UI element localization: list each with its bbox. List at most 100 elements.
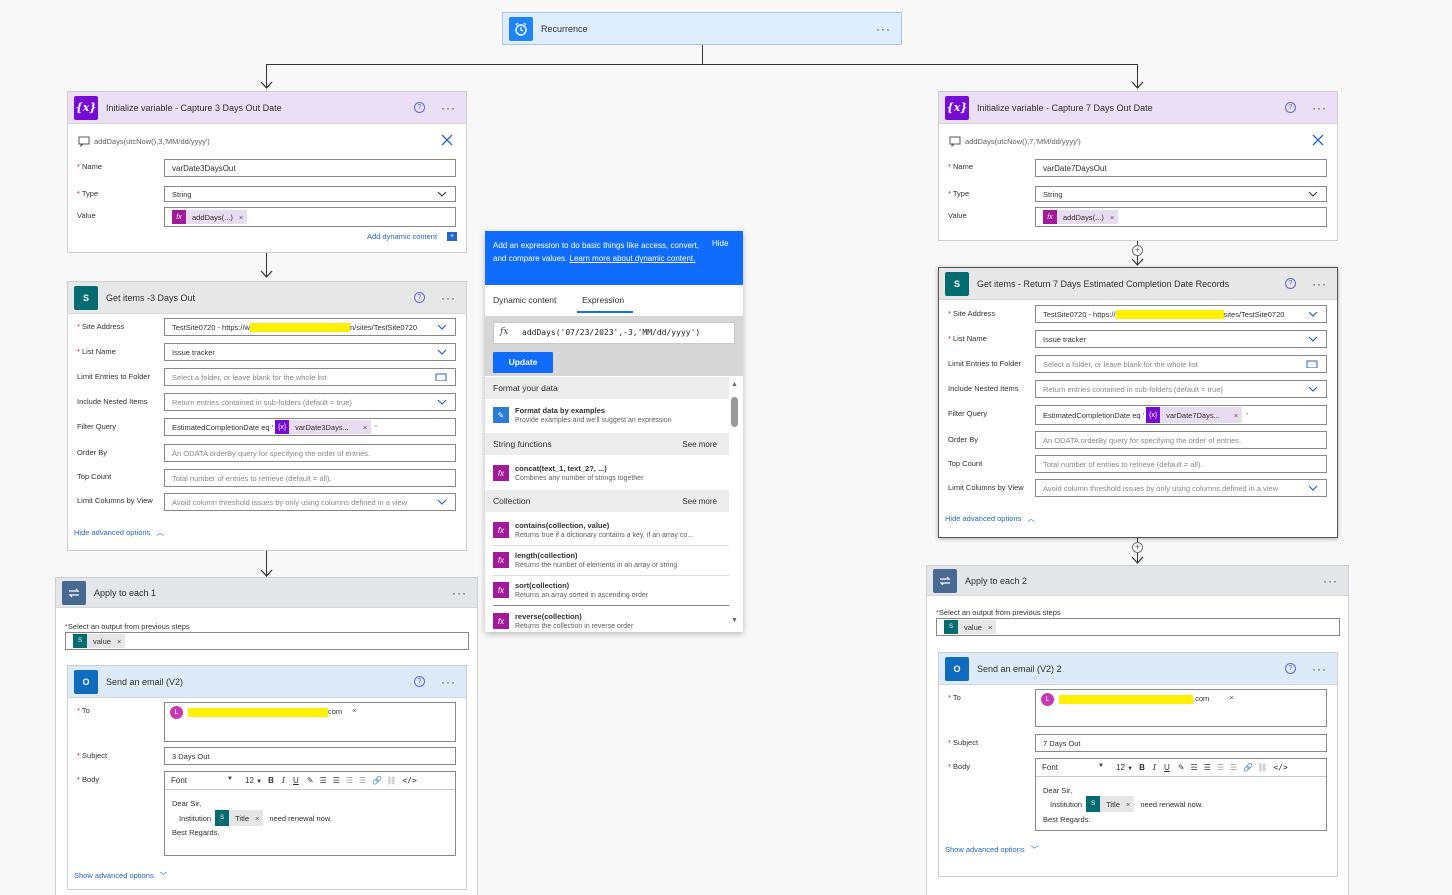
learn-more-link[interactable]: Learn more about dynamic content.: [570, 254, 696, 263]
value-input[interactable]: fx addDays(...) ×: [1035, 207, 1327, 227]
font-size-select[interactable]: 12 ▼: [245, 776, 262, 785]
value-input[interactable]: fx addDays(...) ×: [164, 207, 456, 227]
help-icon[interactable]: ?: [414, 292, 425, 303]
to-input[interactable]: L com ×: [164, 702, 456, 742]
highlight-icon[interactable]: ✎: [1178, 763, 1185, 772]
variable-token[interactable]: {x} varDate3Days... ×: [275, 420, 372, 434]
see-more-link[interactable]: See more: [682, 497, 717, 506]
more-options-icon[interactable]: ···: [441, 101, 456, 115]
font-select[interactable]: Font ▼: [1042, 763, 1104, 772]
unlink-icon[interactable]: ⛓: [386, 776, 396, 785]
underline-icon[interactable]: U: [1164, 763, 1170, 772]
decrease-indent-icon[interactable]: ☰: [346, 776, 353, 785]
variable-name-input[interactable]: varDate3DaysOut: [164, 159, 456, 177]
filter-query-input[interactable]: EstimatedCompletionDate eq ' {x} varDate7…: [1035, 405, 1327, 425]
more-options-icon[interactable]: ···: [452, 586, 467, 600]
remove-token-icon[interactable]: ×: [1110, 213, 1114, 222]
function-item[interactable]: fx length(collection) Returns the number…: [493, 548, 729, 576]
more-options-icon[interactable]: ···: [1312, 277, 1327, 291]
remove-token-icon[interactable]: ×: [117, 637, 121, 646]
numbered-list-icon[interactable]: ☰: [333, 776, 340, 785]
select-output-input[interactable]: Svalue ×: [936, 618, 1340, 636]
help-icon[interactable]: ?: [1285, 102, 1296, 113]
italic-icon[interactable]: I: [1153, 763, 1156, 772]
limit-folder-input[interactable]: Select a folder, or leave blank for the …: [164, 368, 456, 386]
bold-icon[interactable]: B: [1139, 763, 1145, 772]
update-button[interactable]: Update: [493, 352, 553, 373]
tab-dynamic-content[interactable]: Dynamic content: [493, 295, 556, 305]
show-advanced-options-link[interactable]: Show advanced options ﹀: [945, 844, 1038, 855]
remove-recipient-icon[interactable]: ×: [352, 706, 356, 715]
remove-token-icon[interactable]: ×: [988, 623, 992, 632]
decrease-indent-icon[interactable]: ☰: [1217, 763, 1224, 772]
remove-token-icon[interactable]: ×: [1234, 411, 1238, 420]
list-name-select[interactable]: Issue tracker: [1035, 330, 1327, 348]
limit-columns-select[interactable]: Avoid column threshold issues by only us…: [1035, 479, 1327, 497]
highlight-icon[interactable]: ✎: [307, 776, 314, 785]
filter-query-input[interactable]: EstimatedCompletionDate eq ' {x} varDate3…: [164, 418, 456, 436]
show-advanced-options-link[interactable]: Show advanced options ﹀: [74, 870, 167, 881]
limit-folder-input[interactable]: Select a folder, or leave blank for the …: [1035, 355, 1327, 373]
to-input[interactable]: L .com ×: [1035, 689, 1327, 727]
folder-icon[interactable]: [1306, 360, 1318, 368]
link-icon[interactable]: 🔗: [372, 776, 382, 785]
hide-button[interactable]: Hide: [712, 239, 728, 248]
limit-columns-select[interactable]: Avoid column threshold issues by only us…: [164, 493, 456, 511]
code-view-icon[interactable]: </>: [1273, 763, 1287, 772]
function-item[interactable]: fx reverse(collection) Returns the colle…: [493, 609, 729, 632]
site-address-select[interactable]: TestSite0720 - https://w n/sites/TestSite…: [164, 318, 456, 336]
close-icon[interactable]: [441, 134, 453, 146]
tab-expression[interactable]: Expression: [582, 295, 624, 305]
title-token[interactable]: S Title ×: [1086, 796, 1135, 812]
more-options-icon[interactable]: ···: [876, 22, 891, 36]
subject-input[interactable]: 3 Days Out: [164, 747, 456, 765]
increase-indent-icon[interactable]: ☰: [359, 776, 366, 785]
remove-token-icon[interactable]: ×: [239, 213, 243, 222]
nested-items-select[interactable]: Return entries contained in sub-folders …: [164, 393, 456, 411]
body-editor[interactable]: Font ▼ 12 ▼ B I U ✎ ☰ ☰ ☰ ☰ 🔗 ⛓ </> Dear …: [1035, 758, 1327, 831]
help-icon[interactable]: ?: [1285, 663, 1296, 674]
increase-indent-icon[interactable]: ☰: [1230, 763, 1237, 772]
hide-advanced-options-link[interactable]: Hide advanced options ︿: [945, 513, 1035, 524]
hide-advanced-options-link[interactable]: Hide advanced options ︿: [74, 527, 164, 538]
function-item[interactable]: ✎ Format data by examples Provide exampl…: [493, 403, 729, 431]
title-token[interactable]: S Title ×: [215, 810, 264, 826]
value-token[interactable]: Svalue ×: [73, 634, 126, 648]
bold-icon[interactable]: B: [268, 776, 274, 785]
list-name-select[interactable]: Issue tracker: [164, 343, 456, 361]
bullet-list-icon[interactable]: ☰: [320, 776, 327, 785]
nested-items-select[interactable]: Return entries contained in sub-folders …: [1035, 380, 1327, 398]
add-dynamic-content-link[interactable]: Add dynamic content: [367, 232, 437, 241]
link-icon[interactable]: 🔗: [1243, 763, 1253, 772]
font-size-select[interactable]: 12 ▼: [1116, 763, 1133, 772]
scrollbar[interactable]: ▲ ▼: [730, 381, 740, 627]
function-item[interactable]: fx contains(collection, value) Returns t…: [493, 518, 729, 546]
help-icon[interactable]: ?: [1285, 278, 1296, 289]
scroll-down-icon[interactable]: ▼: [731, 617, 738, 624]
numbered-list-icon[interactable]: ☰: [1204, 763, 1211, 772]
remove-recipient-icon[interactable]: ×: [1229, 693, 1233, 702]
order-by-input[interactable]: An ODATA orderBy query for specifying th…: [1035, 431, 1327, 449]
see-more-link[interactable]: See more: [682, 440, 717, 449]
help-icon[interactable]: ?: [414, 676, 425, 687]
folder-icon[interactable]: [435, 373, 447, 381]
type-select[interactable]: String: [164, 186, 456, 202]
add-content-icon[interactable]: +: [447, 232, 457, 241]
add-step-icon[interactable]: +: [1132, 542, 1143, 553]
underline-icon[interactable]: U: [293, 776, 299, 785]
font-select[interactable]: Font ▼: [171, 776, 233, 785]
remove-token-icon[interactable]: ×: [363, 423, 367, 432]
add-step-icon[interactable]: +: [1132, 245, 1143, 256]
expression-token[interactable]: fx addDays(...) ×: [1043, 210, 1119, 224]
function-item[interactable]: fx sort(collection) Returns an array sor…: [493, 578, 729, 606]
close-icon[interactable]: [1312, 134, 1324, 146]
top-count-input[interactable]: Total number of entries to retrieve (def…: [164, 469, 456, 487]
more-options-icon[interactable]: ···: [1312, 662, 1327, 676]
scrollbar-thumb[interactable]: [731, 397, 738, 427]
more-options-icon[interactable]: ···: [441, 675, 456, 689]
subject-input[interactable]: 7 Days Out: [1035, 734, 1327, 752]
bullet-list-icon[interactable]: ☰: [1191, 763, 1198, 772]
more-options-icon[interactable]: ···: [1312, 101, 1327, 115]
unlink-icon[interactable]: ⛓: [1257, 763, 1267, 772]
select-output-input[interactable]: Svalue ×: [65, 632, 469, 650]
